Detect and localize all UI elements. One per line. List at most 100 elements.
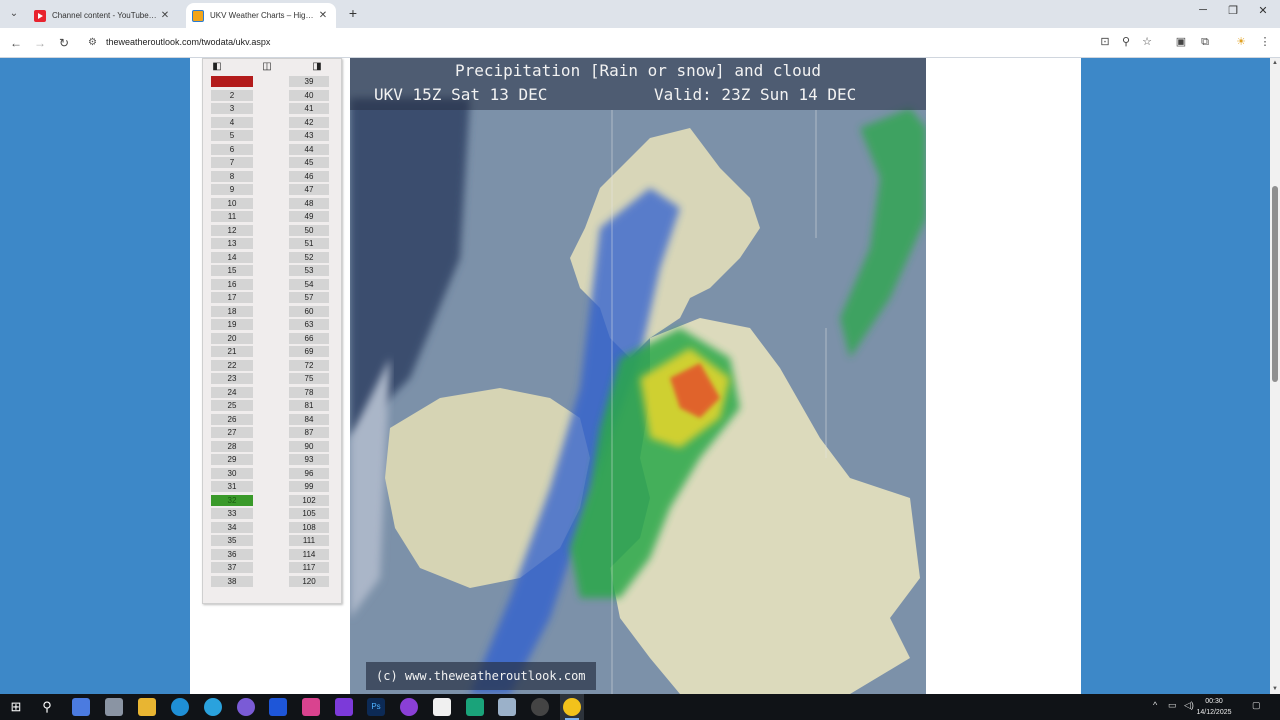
close-tab-icon[interactable]: ✕ <box>316 10 330 21</box>
copilot-icon[interactable] <box>72 698 90 716</box>
play-frames-icon[interactable]: ◫ <box>261 61 273 73</box>
reload-icon[interactable]: ↻ <box>56 35 72 51</box>
frame-step-50[interactable]: 50 <box>289 224 329 236</box>
frame-step-54[interactable]: 54 <box>289 278 329 290</box>
app-icon[interactable] <box>531 698 549 716</box>
network-icon[interactable]: ▭ <box>1168 700 1177 711</box>
extensions-puzzle-icon[interactable]: ⧉ <box>1198 35 1212 49</box>
new-tab-button[interactable]: + <box>344 5 362 21</box>
frame-step-33[interactable]: 33 <box>211 508 253 519</box>
profile-icon[interactable]: ☀ <box>1234 35 1248 49</box>
frame-step-78[interactable]: 78 <box>289 386 329 398</box>
frame-step-120[interactable]: 120 <box>289 575 329 587</box>
weather-app-icon[interactable] <box>498 698 516 716</box>
frame-step-43[interactable]: 43 <box>289 130 329 141</box>
frame-step-30[interactable]: 30 <box>211 467 253 479</box>
frame-step-46[interactable]: 46 <box>289 170 329 182</box>
frame-step-20[interactable]: 20 <box>211 332 253 344</box>
restore-icon[interactable]: ❐ <box>1218 4 1248 17</box>
system-clock[interactable]: 00:30 14/12/2025 <box>1196 696 1232 718</box>
frame-step-108[interactable]: 108 <box>289 521 329 533</box>
tab-youtube-studio[interactable]: Channel content - YouTube Studio ✕ <box>28 3 178 28</box>
frame-step-18[interactable]: 18 <box>211 305 253 317</box>
frame-step-57[interactable]: 57 <box>289 292 329 303</box>
tray-chevron-icon[interactable]: ^ <box>1153 700 1157 710</box>
frame-step-36[interactable]: 36 <box>211 548 253 560</box>
frame-step-84[interactable]: 84 <box>289 413 329 425</box>
frame-step-51[interactable]: 51 <box>289 238 329 249</box>
frame-step-42[interactable]: 42 <box>289 116 329 128</box>
close-tab-icon[interactable]: ✕ <box>158 10 172 21</box>
frame-step-53[interactable]: 53 <box>289 265 329 276</box>
frame-step-47[interactable]: 47 <box>289 184 329 195</box>
frame-step-26[interactable]: 26 <box>211 413 253 425</box>
clipchamp-icon[interactable] <box>335 698 353 716</box>
tab-search-icon[interactable]: ⌄ <box>6 6 22 22</box>
frame-step-37[interactable]: 37 <box>211 562 253 573</box>
frame-step-60[interactable]: 60 <box>289 305 329 317</box>
frame-step-44[interactable]: 44 <box>289 143 329 155</box>
frame-step-21[interactable]: 21 <box>211 346 253 357</box>
back-icon[interactable]: ← <box>8 35 24 51</box>
frame-step-1[interactable]: 1 <box>211 76 253 87</box>
install-app-icon[interactable]: ⊡ <box>1098 35 1112 49</box>
frame-step-34[interactable]: 34 <box>211 521 253 533</box>
frame-step-75[interactable]: 75 <box>289 373 329 384</box>
frame-step-24[interactable]: 24 <box>211 386 253 398</box>
frame-step-22[interactable]: 22 <box>211 359 253 371</box>
frame-step-81[interactable]: 81 <box>289 400 329 411</box>
app-icon[interactable] <box>466 698 484 716</box>
frame-step-40[interactable]: 40 <box>289 89 329 101</box>
scroll-down-icon[interactable]: ▼ <box>1270 684 1280 694</box>
edge-icon[interactable] <box>171 698 189 716</box>
bookmark-star-icon[interactable]: ☆ <box>1140 35 1154 49</box>
minimize-icon[interactable]: ─ <box>1188 4 1218 16</box>
frame-step-52[interactable]: 52 <box>289 251 329 263</box>
frame-step-117[interactable]: 117 <box>289 562 329 573</box>
frame-step-8[interactable]: 8 <box>211 170 253 182</box>
frame-step-66[interactable]: 66 <box>289 332 329 344</box>
zoom-icon[interactable]: ⚲ <box>1119 35 1133 49</box>
frame-step-13[interactable]: 13 <box>211 238 253 249</box>
frame-step-41[interactable]: 41 <box>289 103 329 114</box>
first-frame-icon[interactable]: ◧ <box>211 61 223 73</box>
frame-step-23[interactable]: 23 <box>211 373 253 384</box>
frame-step-12[interactable]: 12 <box>211 224 253 236</box>
app-icon[interactable] <box>237 698 255 716</box>
frame-step-111[interactable]: 111 <box>289 535 329 546</box>
frame-step-4[interactable]: 4 <box>211 116 253 128</box>
file-explorer-icon[interactable] <box>138 698 156 716</box>
url-text[interactable]: theweatheroutlook.com/twodata/ukv.aspx <box>106 37 270 47</box>
scroll-up-icon[interactable]: ▲ <box>1270 58 1280 68</box>
tab-ukv-weather-charts[interactable]: UKV Weather Charts – High Res ✕ <box>186 3 336 28</box>
menu-dots-icon[interactable]: ⋮ <box>1258 35 1272 49</box>
frame-step-39[interactable]: 39 <box>289 76 329 87</box>
frame-step-114[interactable]: 114 <box>289 548 329 560</box>
scroll-thumb[interactable] <box>1272 186 1278 382</box>
frame-step-7[interactable]: 7 <box>211 157 253 168</box>
telegram-icon[interactable] <box>204 698 222 716</box>
last-frame-icon[interactable]: ◨ <box>311 61 323 73</box>
frame-step-3[interactable]: 3 <box>211 103 253 114</box>
frame-step-38[interactable]: 38 <box>211 575 253 587</box>
site-info-icon[interactable]: ⚙ <box>88 37 97 48</box>
windows-start-icon[interactable]: ⊞ <box>7 698 25 716</box>
volume-icon[interactable]: ◁) <box>1184 700 1194 711</box>
photos-icon[interactable] <box>302 698 320 716</box>
forward-icon[interactable]: → <box>32 35 48 51</box>
frame-step-9[interactable]: 9 <box>211 184 253 195</box>
obs-icon[interactable] <box>400 698 418 716</box>
notifications-icon[interactable]: ▢ <box>1252 700 1261 711</box>
frame-step-2[interactable]: 2 <box>211 89 253 101</box>
frame-step-27[interactable]: 27 <box>211 427 253 438</box>
frame-step-29[interactable]: 29 <box>211 454 253 465</box>
frame-step-72[interactable]: 72 <box>289 359 329 371</box>
frame-step-90[interactable]: 90 <box>289 440 329 452</box>
frame-step-35[interactable]: 35 <box>211 535 253 546</box>
frame-step-31[interactable]: 31 <box>211 481 253 492</box>
frame-step-45[interactable]: 45 <box>289 157 329 168</box>
frame-step-28[interactable]: 28 <box>211 440 253 452</box>
frame-step-15[interactable]: 15 <box>211 265 253 276</box>
paint-icon[interactable] <box>433 698 451 716</box>
url-field[interactable]: ⚙ theweatheroutlook.com/twodata/ukv.aspx <box>80 32 1170 54</box>
